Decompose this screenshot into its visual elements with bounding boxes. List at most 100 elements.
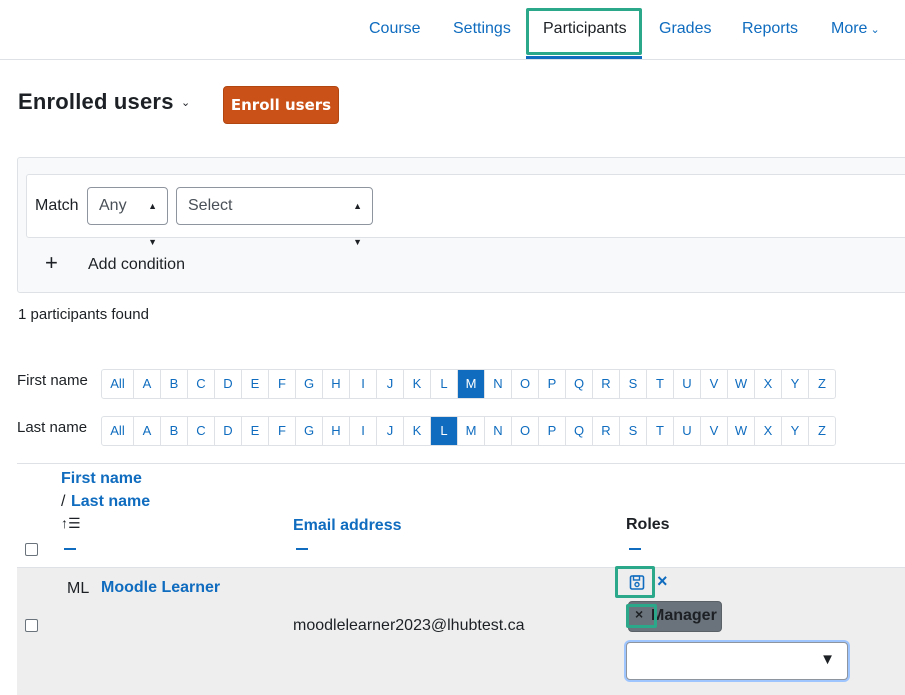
last-name-initial-o[interactable]: O — [511, 417, 538, 445]
match-select[interactable]: Any ▲ ▼ — [87, 187, 168, 247]
last-name-initial-g[interactable]: G — [295, 417, 322, 445]
role-tag: × Manager — [628, 601, 722, 632]
first-name-initial-w[interactable]: W — [727, 370, 754, 398]
first-name-initial-f[interactable]: F — [268, 370, 295, 398]
first-name-initial-m[interactable]: M — [457, 370, 484, 398]
first-name-initial-h[interactable]: H — [322, 370, 349, 398]
user-email: moodlelearner2023@lhubtest.ca — [293, 617, 525, 634]
last-name-initial-q[interactable]: Q — [565, 417, 592, 445]
user-name-link[interactable]: Moodle Learner — [101, 579, 220, 597]
last-name-initial-t[interactable]: T — [646, 417, 673, 445]
last-name-initial-k[interactable]: K — [403, 417, 430, 445]
filter-type-select[interactable]: Select ▲ ▼ — [176, 187, 373, 247]
tab-more[interactable]: More ⌄ — [831, 0, 880, 60]
first-name-initial-y[interactable]: Y — [781, 370, 808, 398]
first-name-initial-v[interactable]: V — [700, 370, 727, 398]
match-label: Match — [35, 197, 79, 214]
plus-icon[interactable]: + — [45, 252, 58, 274]
first-name-initial-k[interactable]: K — [403, 370, 430, 398]
first-name-initial-all[interactable]: All — [102, 370, 133, 398]
last-name-initial-x[interactable]: X — [754, 417, 781, 445]
filter-type-select-value: Select — [188, 197, 233, 214]
secondary-navigation: Course Settings Participants Grades Repo… — [0, 0, 905, 60]
name-separator: / — [61, 493, 66, 510]
tab-course[interactable]: Course — [369, 0, 421, 60]
last-name-initial-v[interactable]: V — [700, 417, 727, 445]
role-select[interactable]: ▼ — [626, 642, 848, 680]
last-name-initial-f[interactable]: F — [268, 417, 295, 445]
first-name-initial-s[interactable]: S — [619, 370, 646, 398]
collapse-roles-icon[interactable] — [629, 548, 641, 550]
collapse-email-icon[interactable] — [296, 548, 308, 550]
first-name-initial-n[interactable]: N — [484, 370, 511, 398]
last-name-initial-u[interactable]: U — [673, 417, 700, 445]
sort-first-name[interactable]: First name — [61, 470, 142, 488]
last-name-initials-label: Last name — [17, 419, 88, 436]
chevron-down-icon[interactable]: ⌄ — [181, 96, 190, 109]
first-name-initial-d[interactable]: D — [214, 370, 241, 398]
match-select-value: Any — [99, 197, 127, 214]
last-name-initial-d[interactable]: D — [214, 417, 241, 445]
first-name-initial-o[interactable]: O — [511, 370, 538, 398]
role-tag-label: Manager — [651, 607, 717, 624]
last-name-initial-z[interactable]: Z — [808, 417, 835, 445]
user-initials-avatar: ML — [67, 580, 90, 597]
last-name-initial-p[interactable]: P — [538, 417, 565, 445]
first-name-initial-l[interactable]: L — [430, 370, 457, 398]
tab-reports[interactable]: Reports — [742, 0, 798, 60]
select-all-checkbox[interactable] — [25, 543, 38, 556]
first-name-initial-g[interactable]: G — [295, 370, 322, 398]
last-name-initial-m[interactable]: M — [457, 417, 484, 445]
first-name-initial-t[interactable]: T — [646, 370, 673, 398]
last-name-initial-j[interactable]: J — [376, 417, 403, 445]
tab-settings[interactable]: Settings — [453, 0, 511, 60]
last-name-initial-y[interactable]: Y — [781, 417, 808, 445]
last-name-initial-all[interactable]: All — [102, 417, 133, 445]
first-name-initial-x[interactable]: X — [754, 370, 781, 398]
last-name-initial-h[interactable]: H — [322, 417, 349, 445]
last-name-initial-s[interactable]: S — [619, 417, 646, 445]
last-name-initial-a[interactable]: A — [133, 417, 160, 445]
last-name-initial-n[interactable]: N — [484, 417, 511, 445]
cancel-icon[interactable]: × — [657, 571, 668, 592]
tab-more-label: More — [831, 20, 868, 37]
save-icon[interactable] — [627, 574, 647, 592]
select-arrows-icon: ▲ ▼ — [353, 201, 362, 247]
chevron-down-icon: ⌄ — [870, 24, 880, 36]
first-name-initial-b[interactable]: B — [160, 370, 187, 398]
last-name-initial-r[interactable]: R — [592, 417, 619, 445]
first-name-initials-label: First name — [17, 372, 88, 389]
first-name-initial-i[interactable]: I — [349, 370, 376, 398]
dropdown-triangle-icon: ▼ — [820, 651, 835, 668]
sort-last-name[interactable]: Last name — [71, 493, 150, 511]
collapse-first-name-icon[interactable] — [64, 548, 76, 550]
last-name-initial-c[interactable]: C — [187, 417, 214, 445]
select-arrows-icon: ▲ ▼ — [148, 201, 157, 247]
last-name-initial-l[interactable]: L — [430, 417, 457, 445]
last-name-initial-b[interactable]: B — [160, 417, 187, 445]
remove-role-icon[interactable]: × — [635, 606, 643, 622]
first-name-initials-bar: All A B C D E F G H I J K L M N O P Q R S T U V W X Y Z — [101, 369, 836, 399]
first-name-initial-q[interactable]: Q — [565, 370, 592, 398]
last-name-initials-bar: All A B C D E F G H I J K L M N O P Q R S T U V W X Y Z — [101, 416, 836, 446]
last-name-initial-i[interactable]: I — [349, 417, 376, 445]
first-name-initial-e[interactable]: E — [241, 370, 268, 398]
select-user-checkbox[interactable] — [25, 619, 38, 632]
add-condition-button[interactable]: Add condition — [88, 256, 185, 274]
first-name-initial-u[interactable]: U — [673, 370, 700, 398]
page-title[interactable]: Enrolled users — [18, 89, 174, 115]
tab-grades[interactable]: Grades — [659, 0, 711, 60]
first-name-initial-c[interactable]: C — [187, 370, 214, 398]
last-name-initial-e[interactable]: E — [241, 417, 268, 445]
table-divider — [17, 463, 905, 464]
tab-participants[interactable]: Participants — [543, 0, 627, 60]
enroll-users-button[interactable]: Enroll users — [223, 86, 339, 124]
sort-email[interactable]: Email address — [293, 517, 402, 535]
active-tab-indicator — [526, 56, 642, 59]
last-name-initial-w[interactable]: W — [727, 417, 754, 445]
first-name-initial-z[interactable]: Z — [808, 370, 835, 398]
first-name-initial-j[interactable]: J — [376, 370, 403, 398]
first-name-initial-r[interactable]: R — [592, 370, 619, 398]
first-name-initial-a[interactable]: A — [133, 370, 160, 398]
first-name-initial-p[interactable]: P — [538, 370, 565, 398]
